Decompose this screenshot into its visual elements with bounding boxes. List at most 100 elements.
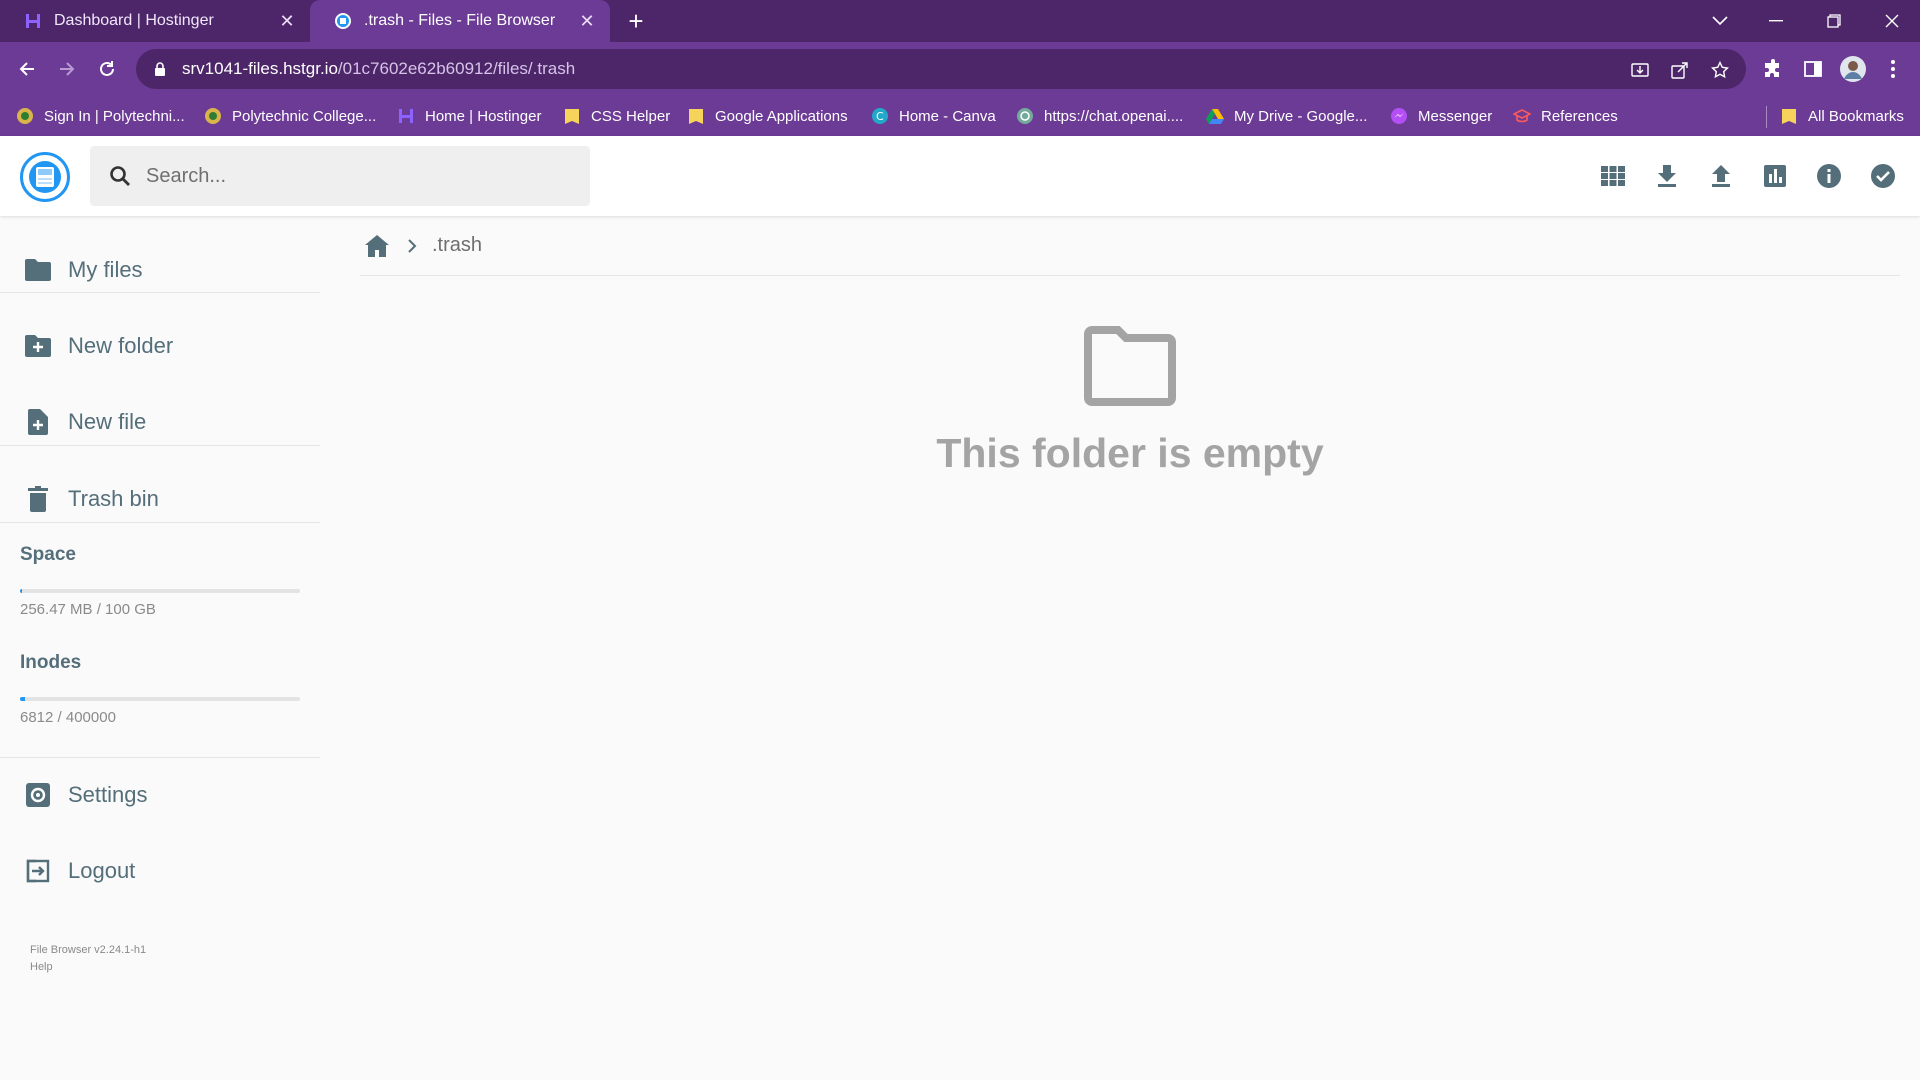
app-logo[interactable]: [20, 152, 70, 202]
tab-title: .trash - Files - File Browser: [364, 12, 556, 29]
back-icon[interactable]: [12, 54, 42, 84]
sidebar-item-trash-bin[interactable]: Trash bin: [0, 469, 320, 529]
bookmark-label: Home - Canva: [899, 107, 996, 125]
restore-icon[interactable]: [1806, 0, 1862, 42]
space-title: Space: [20, 544, 76, 565]
folder-icon: [1780, 107, 1798, 125]
all-bookmarks[interactable]: All Bookmarks: [1780, 104, 1904, 128]
close-window-icon[interactable]: [1864, 0, 1920, 42]
chevron-right-icon: [400, 234, 424, 258]
bookmark-label: CSS Helper: [591, 107, 671, 125]
bookmark-home-hostinger[interactable]: Home | Hostinger: [397, 104, 541, 128]
openai-icon: [1016, 107, 1034, 125]
trash-icon: [24, 485, 52, 513]
search-input[interactable]: [146, 164, 566, 188]
new-file-icon: [24, 408, 52, 436]
url-path: /01c7602e62b60912/files/.trash: [337, 59, 576, 78]
bookmark-label: Google Applications: [715, 107, 848, 125]
home-icon[interactable]: [362, 231, 392, 261]
breadcrumb: .trash: [360, 216, 1900, 276]
bookmark-references[interactable]: References: [1513, 104, 1618, 128]
profile-avatar[interactable]: [1838, 54, 1868, 84]
bookmark-polytechnic-college[interactable]: Polytechnic College...: [204, 104, 376, 128]
sidebar-item-label: New folder: [68, 333, 174, 358]
tab-trash-files[interactable]: .trash - Files - File Browser ✕: [310, 0, 610, 42]
close-icon[interactable]: ✕: [276, 10, 298, 32]
grid-view-icon[interactable]: [1593, 156, 1633, 196]
bookmarks-bar: Sign In | Polytechni... Polytechnic Coll…: [0, 96, 1920, 136]
sidebar-divider: [0, 522, 320, 523]
share-icon[interactable]: [1669, 59, 1691, 81]
folder-icon: [687, 107, 705, 125]
bookmark-google-applications[interactable]: Google Applications: [687, 104, 848, 128]
space-progress-fill: [20, 589, 22, 593]
url-text: srv1041-files.hstgr.io/01c7602e62b60912/…: [182, 59, 575, 79]
hostinger-icon: [397, 107, 415, 125]
sidebar: My files New folder New file Trash bin S…: [0, 216, 320, 1080]
check-circle-icon[interactable]: [1863, 156, 1903, 196]
bookmarks-divider: [1766, 106, 1767, 128]
inodes-progress-bar: [20, 697, 300, 701]
sidebar-item-new-file[interactable]: New file: [0, 392, 320, 452]
bookmark-label: References: [1541, 107, 1618, 125]
reload-icon[interactable]: [92, 54, 122, 84]
tab-dashboard-hostinger[interactable]: Dashboard | Hostinger ✕: [0, 0, 310, 42]
browser-tab-bar: Dashboard | Hostinger ✕ .trash - Files -…: [0, 0, 1920, 42]
polytechnic-icon: [204, 107, 222, 125]
all-bookmarks-label: All Bookmarks: [1808, 107, 1904, 125]
url-host: srv1041-files.hstgr.io: [182, 59, 338, 78]
google-drive-icon: [1206, 107, 1224, 125]
empty-folder-message: This folder is empty: [936, 430, 1324, 476]
lock-icon[interactable]: [152, 61, 168, 77]
sidebar-item-new-folder[interactable]: New folder: [0, 316, 320, 376]
bookmark-label: https://chat.openai....: [1044, 107, 1184, 125]
messenger-icon: [1390, 107, 1408, 125]
logout-icon: [24, 857, 52, 885]
close-icon[interactable]: ✕: [576, 10, 598, 32]
svg-text:C: C: [876, 110, 884, 123]
settings-icon: [24, 781, 52, 809]
minimize-icon[interactable]: [1748, 0, 1804, 42]
tab-title: Dashboard | Hostinger: [54, 12, 214, 29]
star-icon[interactable]: [1709, 59, 1731, 81]
sidebar-item-label: Logout: [68, 858, 136, 883]
bookmark-chat-openai[interactable]: https://chat.openai....: [1016, 104, 1183, 128]
menu-icon[interactable]: [1878, 54, 1908, 84]
new-tab-button[interactable]: +: [622, 8, 650, 36]
folder-icon: [24, 256, 52, 284]
hostinger-icon: [24, 12, 42, 30]
polytechnic-icon: [16, 107, 34, 125]
install-app-icon[interactable]: [1629, 59, 1651, 81]
filebrowser-icon: [334, 12, 352, 30]
bookmark-home-canva[interactable]: C Home - Canva: [871, 104, 996, 128]
sidebar-divider: [0, 445, 320, 446]
space-usage-text: 256.47 MB / 100 GB: [20, 601, 156, 618]
breadcrumb-current[interactable]: .trash: [432, 234, 482, 257]
bookmark-my-drive[interactable]: My Drive - Google...: [1206, 104, 1367, 128]
forward-icon[interactable]: [52, 54, 82, 84]
canva-icon: C: [871, 107, 889, 125]
help-link[interactable]: Help: [30, 961, 53, 973]
upload-icon[interactable]: [1701, 156, 1741, 196]
download-icon[interactable]: [1647, 156, 1687, 196]
extensions-icon[interactable]: [1758, 54, 1788, 84]
sidebar-item-label: Settings: [68, 782, 148, 807]
search-box[interactable]: [90, 146, 590, 206]
references-icon: [1513, 107, 1531, 125]
address-bar[interactable]: srv1041-files.hstgr.io/01c7602e62b60912/…: [136, 49, 1746, 89]
bookmark-messenger[interactable]: Messenger: [1390, 104, 1492, 128]
chart-icon[interactable]: [1755, 156, 1795, 196]
bookmark-label: Polytechnic College...: [232, 107, 377, 125]
sidebar-item-settings[interactable]: Settings: [0, 765, 320, 825]
sidebar-item-logout[interactable]: Logout: [0, 841, 320, 901]
search-icon: [106, 162, 134, 190]
bookmark-css-helper[interactable]: CSS Helper: [563, 104, 670, 128]
sidebar-item-my-files[interactable]: My files: [0, 240, 320, 300]
inodes-progress-fill: [20, 697, 25, 701]
side-panel-icon[interactable]: [1798, 54, 1828, 84]
tab-search-icon[interactable]: [1692, 0, 1748, 42]
app-version: File Browser v2.24.1-h1: [30, 944, 147, 956]
bookmark-sign-in-polytechnic[interactable]: Sign In | Polytechni...: [16, 104, 185, 128]
info-icon[interactable]: [1809, 156, 1849, 196]
sidebar-item-label: My files: [68, 257, 143, 282]
